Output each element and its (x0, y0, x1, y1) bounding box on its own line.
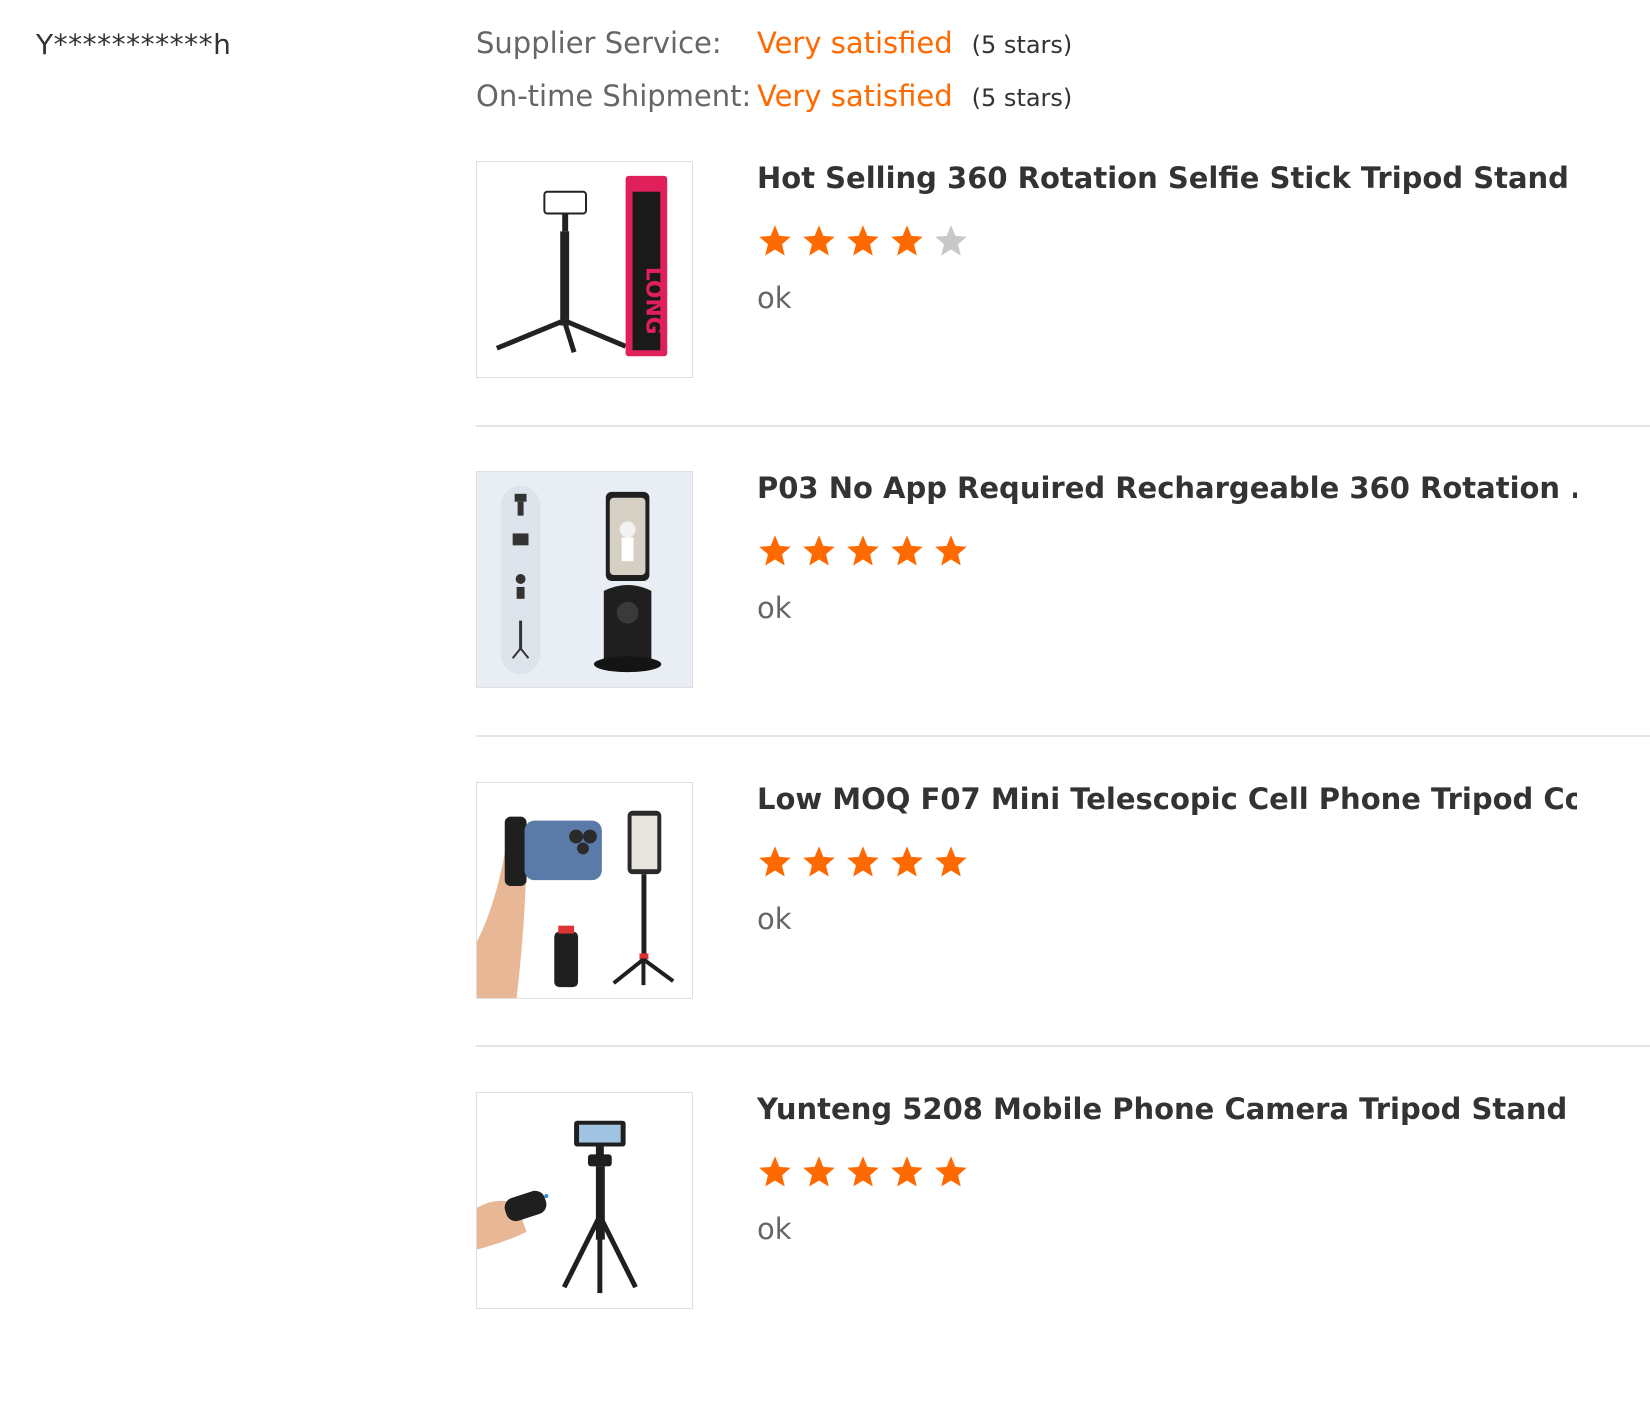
product-title[interactable]: P03 No App Required Rechargeable 360 Rot… (757, 471, 1577, 505)
star-filled-icon (759, 846, 791, 877)
product-rating-stars (757, 844, 969, 880)
star-filled-icon (803, 846, 835, 877)
camera-tripod-remote-image[interactable] (476, 1092, 693, 1309)
reviewer-name: Y***********h (36, 28, 232, 61)
rating-row-supplier-service: Supplier Service: Very satisfied (5 star… (476, 26, 1072, 79)
star-filled-icon (891, 225, 923, 256)
divider (476, 425, 1650, 427)
star-filled-icon (759, 225, 791, 256)
svg-text:LONG: LONG (640, 267, 665, 335)
star-filled-icon (847, 225, 879, 256)
product-rating-stars (757, 1154, 969, 1190)
rating-row-on-time-shipment: On-time Shipment: Very satisfied (5 star… (476, 79, 1072, 132)
star-filled-icon (803, 225, 835, 256)
supplier-ratings: Supplier Service: Very satisfied (5 star… (476, 26, 1072, 132)
star-filled-icon (891, 846, 923, 877)
product-comment: ok (757, 591, 792, 625)
star-filled-icon (847, 846, 879, 877)
rating-stars-text: (5 stars) (971, 31, 1073, 59)
star-filled-icon (803, 1156, 835, 1187)
product-title[interactable]: Low MOQ F07 Mini Telescopic Cell Phone T… (757, 782, 1577, 816)
rating-label: On-time Shipment: (476, 79, 752, 113)
rating-label: Supplier Service: (476, 26, 722, 60)
product-comment: ok (757, 281, 792, 315)
star-filled-icon (891, 535, 923, 566)
face-tracking-gimbal-image[interactable] (476, 471, 693, 688)
product-review-item: Yunteng 5208 Mobile Phone Camera Tripod … (476, 1092, 1650, 1402)
divider (476, 735, 1650, 737)
product-rating-stars (757, 533, 969, 569)
selfie-stick-tripod-image[interactable]: LONG (476, 161, 693, 378)
star-empty-icon (935, 225, 967, 256)
star-filled-icon (759, 1156, 791, 1187)
star-filled-icon (891, 1156, 923, 1187)
product-rating-stars (757, 223, 969, 259)
product-title[interactable]: Yunteng 5208 Mobile Phone Camera Tripod … (757, 1092, 1577, 1126)
star-filled-icon (759, 535, 791, 566)
product-comment: ok (757, 902, 792, 936)
star-filled-icon (935, 535, 967, 566)
star-filled-icon (847, 535, 879, 566)
star-filled-icon (803, 535, 835, 566)
rating-stars-text: (5 stars) (971, 84, 1073, 112)
product-comment: ok (757, 1212, 792, 1246)
rating-value: Very satisfied (757, 79, 953, 113)
mini-telescopic-tripod-image[interactable] (476, 782, 693, 999)
rating-value: Very satisfied (757, 26, 953, 60)
star-filled-icon (935, 846, 967, 877)
divider (476, 1045, 1650, 1047)
star-filled-icon (935, 1156, 967, 1187)
star-filled-icon (847, 1156, 879, 1187)
product-title[interactable]: Hot Selling 360 Rotation Selfie Stick Tr… (757, 161, 1577, 195)
